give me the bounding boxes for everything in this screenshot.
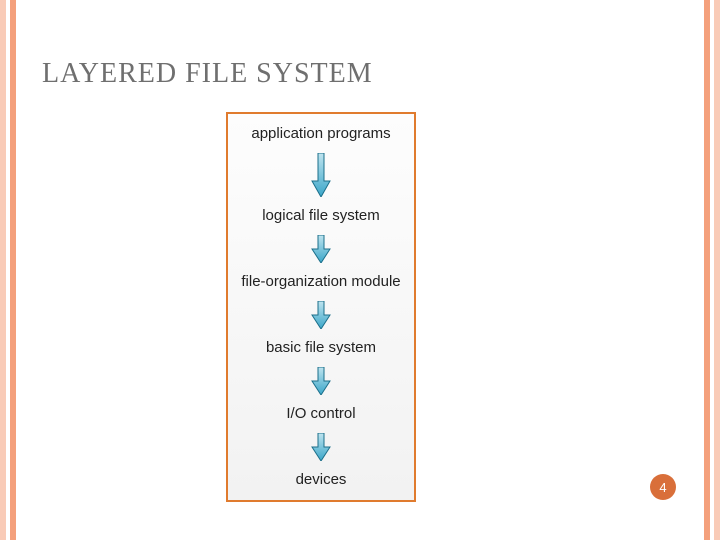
down-arrow-icon	[310, 235, 332, 263]
layer-label: application programs	[251, 125, 390, 143]
layer-label: basic file system	[266, 339, 376, 357]
decor-bar	[10, 0, 16, 540]
decor-bar	[704, 0, 710, 540]
layer-label: I/O control	[286, 405, 355, 423]
page-number-badge: 4	[650, 474, 676, 500]
decor-bar	[0, 0, 6, 540]
layer-label: logical file system	[262, 207, 380, 225]
layered-fs-diagram: application programs logical file system…	[226, 112, 416, 502]
layer-label: file-organization module	[241, 273, 400, 291]
decor-left	[0, 0, 24, 540]
down-arrow-icon	[310, 153, 332, 197]
decor-right	[696, 0, 720, 540]
decor-bar	[714, 0, 720, 540]
layer-label: devices	[296, 471, 347, 489]
slide-title: LAYERED FILE SYSTEM	[42, 58, 373, 90]
down-arrow-icon	[310, 367, 332, 395]
down-arrow-icon	[310, 433, 332, 461]
down-arrow-icon	[310, 301, 332, 329]
